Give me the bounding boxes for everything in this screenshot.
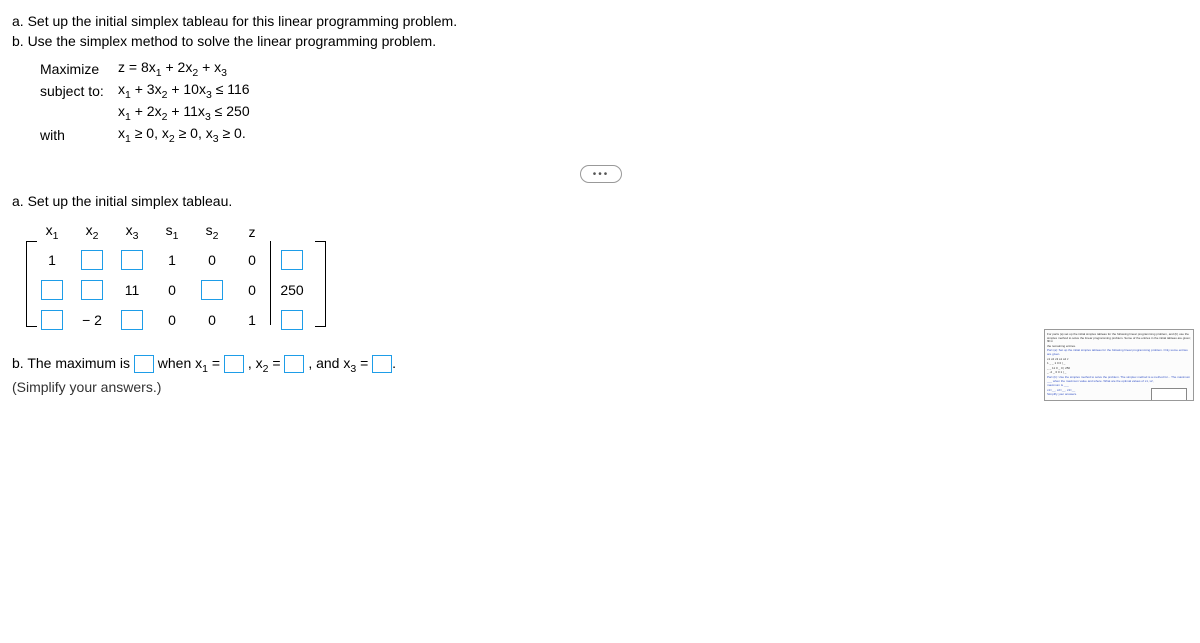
- cell-r2c4: 0: [152, 275, 192, 305]
- cell-r1c5: 0: [192, 245, 232, 275]
- input-r3c1[interactable]: [41, 310, 63, 330]
- cell-r1c4: 1: [152, 245, 192, 275]
- thumbnail-preview[interactable]: For parts (a) set up the initial simplex…: [1044, 329, 1194, 401]
- intro-b: b. Use the simplex method to solve the l…: [12, 32, 1188, 52]
- input-max[interactable]: [134, 355, 154, 373]
- input-r1rhs[interactable]: [281, 250, 303, 270]
- cell-r2c3: 11: [112, 275, 152, 305]
- cell-r1c6: 0: [232, 245, 272, 275]
- input-r2c5[interactable]: [201, 280, 223, 300]
- cell-r2rhs: 250: [272, 275, 312, 305]
- cell-r3c6: 1: [232, 305, 272, 335]
- simplify-note: (Simplify your answers.): [12, 379, 1188, 395]
- input-r2c1[interactable]: [41, 280, 63, 300]
- cell-r3c5: 0: [192, 305, 232, 335]
- objective: z = 8x1 + 2x2 + x3: [118, 59, 227, 79]
- constraint-1: x1 + 3x2 + 10x3 ≤ 116: [118, 81, 250, 101]
- nonneg: x1 ≥ 0, x2 ≥ 0, x3 ≥ 0.: [118, 125, 246, 145]
- thumbnail-input[interactable]: [1151, 388, 1187, 401]
- lp-block: Maximize z = 8x1 + 2x2 + x3 subject to: …: [40, 59, 1188, 145]
- with-label: with: [40, 127, 118, 143]
- section-a-heading: a. Set up the initial simplex tableau.: [12, 193, 1188, 209]
- input-r3c3[interactable]: [121, 310, 143, 330]
- input-x3[interactable]: [372, 355, 392, 373]
- input-r1c3[interactable]: [121, 250, 143, 270]
- maximize-label: Maximize: [40, 61, 118, 77]
- input-r3rhs[interactable]: [281, 310, 303, 330]
- tableau: x1 x2 x3 s1 s2 z 1 1 0 0 11 0: [32, 219, 1188, 335]
- cell-r3c2: − 2: [72, 305, 112, 335]
- input-x2[interactable]: [284, 355, 304, 373]
- input-r2c2[interactable]: [81, 280, 103, 300]
- cell-r1c1: 1: [32, 245, 72, 275]
- sectb-pre: b. The maximum is: [12, 355, 134, 371]
- input-r1c2[interactable]: [81, 250, 103, 270]
- input-x1[interactable]: [224, 355, 244, 373]
- subject-label: subject to:: [40, 83, 118, 99]
- cell-r3c4: 0: [152, 305, 192, 335]
- constraint-2: x1 + 2x2 + 11x3 ≤ 250: [118, 103, 250, 123]
- cell-r2c6: 0: [232, 275, 272, 305]
- intro-a: a. Set up the initial simplex tableau fo…: [12, 12, 1188, 32]
- more-options-button[interactable]: •••: [580, 165, 622, 183]
